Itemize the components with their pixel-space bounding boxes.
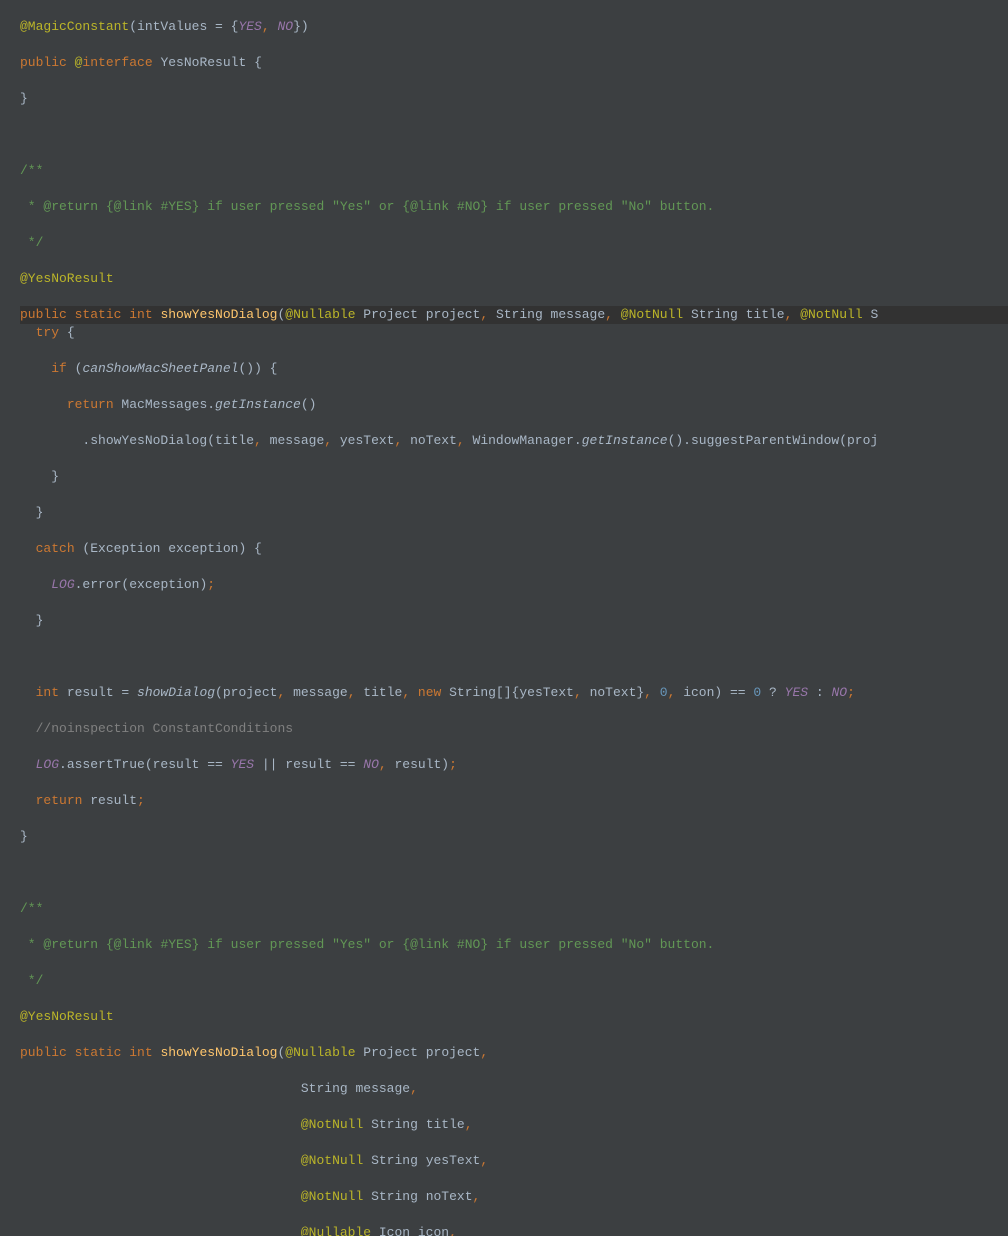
javadoc-tag: @return [43,199,98,214]
keyword-return: return [36,793,83,808]
method-name: showYesNoDialog [160,1045,277,1060]
javadoc-open: /** [20,900,1008,918]
keyword-int: int [36,685,59,700]
blank-line [20,126,1008,144]
keyword-static: static [75,307,130,322]
annotation-line: @YesNoResult [20,1008,1008,1026]
annotation-nullable: @Nullable [285,307,355,322]
javadoc-close: */ [20,234,1008,252]
code-line: .showYesNoDialog(title, message, yesText… [20,432,1008,450]
javadoc-line: * @return {@link #YES} if user pressed "… [20,936,1008,954]
param-line: @NotNull String title, [20,1116,1008,1134]
log-field: LOG [51,577,74,592]
code-line: } [20,828,1008,846]
code-line: return MacMessages.getInstance() [20,396,1008,414]
code-line: @MagicConstant(intValues = {YES, NO}) [20,18,1008,36]
annotation-notnull: @NotNull [621,307,683,322]
annotation-line: @YesNoResult [20,270,1008,288]
param-line: @NotNull String yesText, [20,1152,1008,1170]
keyword-interface: interface [82,55,152,70]
keyword-catch: catch [36,541,75,556]
javadoc-close: */ [20,972,1008,990]
annotation: @MagicConstant [20,19,129,34]
code-line: int result = showDialog(project, message… [20,684,1008,702]
keyword-int: int [129,307,160,322]
javadoc-line: * @return {@link #YES} if user pressed "… [20,198,1008,216]
comment-line: //noinspection ConstantConditions [20,720,1008,738]
method-call: canShowMacSheetPanel [82,361,238,376]
code-line: public @interface YesNoResult { [20,54,1008,72]
keyword-if: if [51,361,67,376]
keyword-public: public [20,55,75,70]
keyword-public: public [20,307,75,322]
param-line: String message, [20,1080,1008,1098]
code-editor[interactable]: @MagicConstant(intValues = {YES, NO}) pu… [0,0,1008,1236]
code-line: if (canShowMacSheetPanel()) { [20,360,1008,378]
javadoc-open: /** [20,162,1008,180]
keyword-try: try [36,325,59,340]
keyword-return: return [67,397,114,412]
param-line: @NotNull String noText, [20,1188,1008,1206]
blank-line [20,864,1008,882]
code-line: try { [20,324,1008,342]
keyword-new: new [418,685,441,700]
code-line: } [20,468,1008,486]
blank-line [20,648,1008,666]
code-line: } [20,612,1008,630]
code-line: } [20,90,1008,108]
code-line: LOG.assertTrue(result == YES || result =… [20,756,1008,774]
code-line: LOG.error(exception); [20,576,1008,594]
method-signature-current: public static int showYesNoDialog(@Nulla… [20,306,1008,324]
method-name: showYesNoDialog [160,307,277,322]
param-line: @Nullable Icon icon, [20,1224,1008,1236]
method-signature: public static int showYesNoDialog(@Nulla… [20,1044,1008,1062]
code-line: return result; [20,792,1008,810]
code-line: catch (Exception exception) { [20,540,1008,558]
code-line: } [20,504,1008,522]
